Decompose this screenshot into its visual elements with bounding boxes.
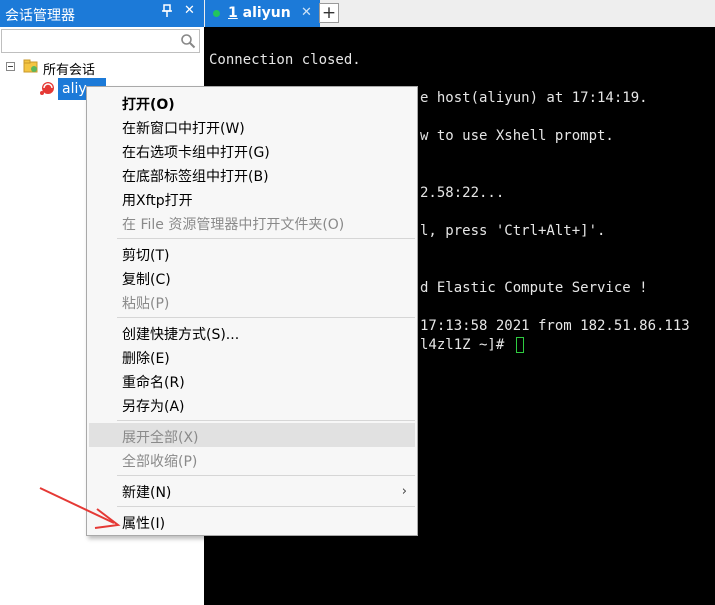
tab-aliyun[interactable]: 1 aliyun ✕: [205, 0, 320, 27]
close-icon[interactable]: ✕: [184, 3, 195, 18]
context-menu: 打开(O) 在新窗口中打开(W) 在右选项卡组中打开(G) 在底部标签组中打开(…: [86, 86, 418, 536]
menu-item-open-with-xftp[interactable]: 用Xftp打开: [122, 190, 193, 210]
tree-collapse-toggle[interactable]: [6, 62, 15, 71]
terminal-line: l, press 'Ctrl+Alt+]'.: [420, 223, 606, 239]
terminal-line: 2.58:22...: [420, 185, 505, 201]
menu-item-copy[interactable]: 复制(C): [122, 269, 171, 289]
menu-item-delete[interactable]: 删除(E): [122, 348, 170, 368]
add-tab-button[interactable]: +: [319, 3, 339, 23]
menu-separator: [117, 317, 415, 318]
menu-item-open-right-tab-group[interactable]: 在右选项卡组中打开(G): [122, 142, 270, 162]
menu-item-open-new-window[interactable]: 在新窗口中打开(W): [122, 118, 245, 138]
terminal-line: w to use Xshell prompt.: [420, 128, 614, 144]
connected-status-icon: [213, 10, 220, 17]
menu-item-save-as[interactable]: 另存为(A): [122, 396, 185, 416]
terminal-line: d Elastic Compute Service !: [420, 280, 648, 296]
terminal-line: Connection closed.: [209, 52, 361, 68]
folder-icon: [23, 58, 39, 78]
menu-item-open-bottom-tab-group[interactable]: 在底部标签组中打开(B): [122, 166, 269, 186]
menu-item-open-in-explorer: 在 File 资源管理器中打开文件夹(O): [122, 217, 345, 233]
tab-close-icon[interactable]: ✕: [301, 5, 312, 20]
menu-item-new[interactable]: 新建(N): [122, 482, 171, 502]
terminal-cursor: [516, 337, 524, 353]
menu-item-open[interactable]: 打开(O): [122, 94, 175, 114]
tab-aliyun-label: 1 aliyun: [228, 5, 291, 21]
menu-item-create-shortcut[interactable]: 创建快捷方式(S)...: [122, 324, 239, 344]
menu-item-cut[interactable]: 剪切(T): [122, 245, 169, 265]
terminal-line: 17:13:58 2021 from 182.51.86.113: [420, 318, 690, 334]
search-input[interactable]: [4, 32, 178, 52]
menu-separator: [117, 238, 415, 239]
menu-item-collapse-all: 全部收缩(P): [122, 454, 198, 470]
terminal-line: e host(aliyun) at 17:14:19.: [420, 90, 648, 106]
session-manager-title: 会话管理器: [5, 8, 75, 24]
session-icon: [39, 80, 55, 100]
session-search-box[interactable]: [1, 29, 200, 53]
menu-item-expand-all: 展开全部(X): [122, 430, 199, 446]
menu-item-paste: 粘贴(P): [122, 296, 170, 312]
menu-separator: [117, 420, 415, 421]
menu-item-properties[interactable]: 属性(I): [122, 513, 165, 533]
pin-icon[interactable]: [162, 4, 172, 21]
chevron-right-icon: ›: [401, 484, 407, 499]
tab-bar: 1 aliyun ✕ +: [204, 0, 715, 27]
search-icon[interactable]: [180, 33, 196, 53]
session-manager-header: 会话管理器 ✕: [0, 0, 204, 27]
tree-root-all-sessions[interactable]: 所有会话: [43, 59, 95, 78]
menu-separator: [117, 506, 415, 507]
terminal-prompt: l4zl1Z ~]#: [420, 337, 505, 353]
menu-separator: [117, 475, 415, 476]
menu-item-rename[interactable]: 重命名(R): [122, 372, 185, 392]
